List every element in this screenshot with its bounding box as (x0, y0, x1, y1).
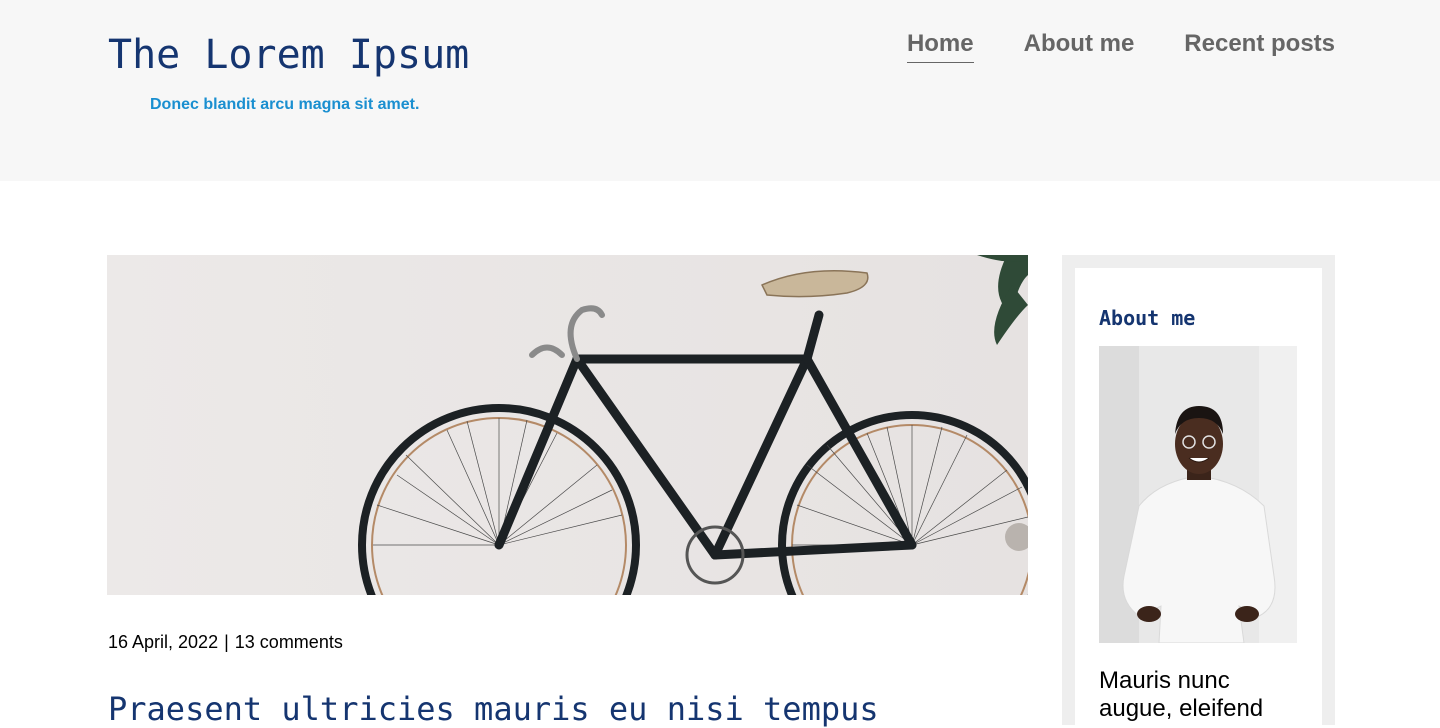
post-date: 16 April, 2022 (108, 632, 219, 652)
meta-separator: | (224, 632, 229, 652)
site-tagline: Donec blandit arcu magna sit amet. (150, 96, 420, 113)
about-widget-text: Mauris nunc augue, eleifend (1099, 667, 1264, 722)
profile-photo (1099, 346, 1297, 643)
bicycle-illustration (107, 255, 1028, 595)
post-meta: 16 April, 2022 | 13 comments (108, 632, 343, 653)
post-featured-image[interactable] (107, 255, 1028, 595)
main-nav: Home About me Recent posts (906, 28, 1335, 63)
nav-recent-posts-link[interactable]: Recent posts (1184, 28, 1335, 63)
post-comments-link[interactable]: 13 comments (235, 632, 343, 652)
person-illustration (1099, 346, 1297, 643)
post-title[interactable]: Praesent ultricies mauris eu nisi tempus (108, 690, 879, 728)
nav-about-link[interactable]: About me (1024, 28, 1135, 63)
site-header: The Lorem Ipsum Donec blandit arcu magna… (0, 0, 1440, 181)
nav-home-link[interactable]: Home (906, 28, 974, 63)
site-title[interactable]: The Lorem Ipsum (108, 28, 469, 82)
about-widget-title: About me (1099, 306, 1196, 330)
sidebar: About me Mauris nunc augue, eleifend (1062, 255, 1335, 728)
about-widget: About me Mauris nunc augue, eleifend (1075, 268, 1322, 728)
